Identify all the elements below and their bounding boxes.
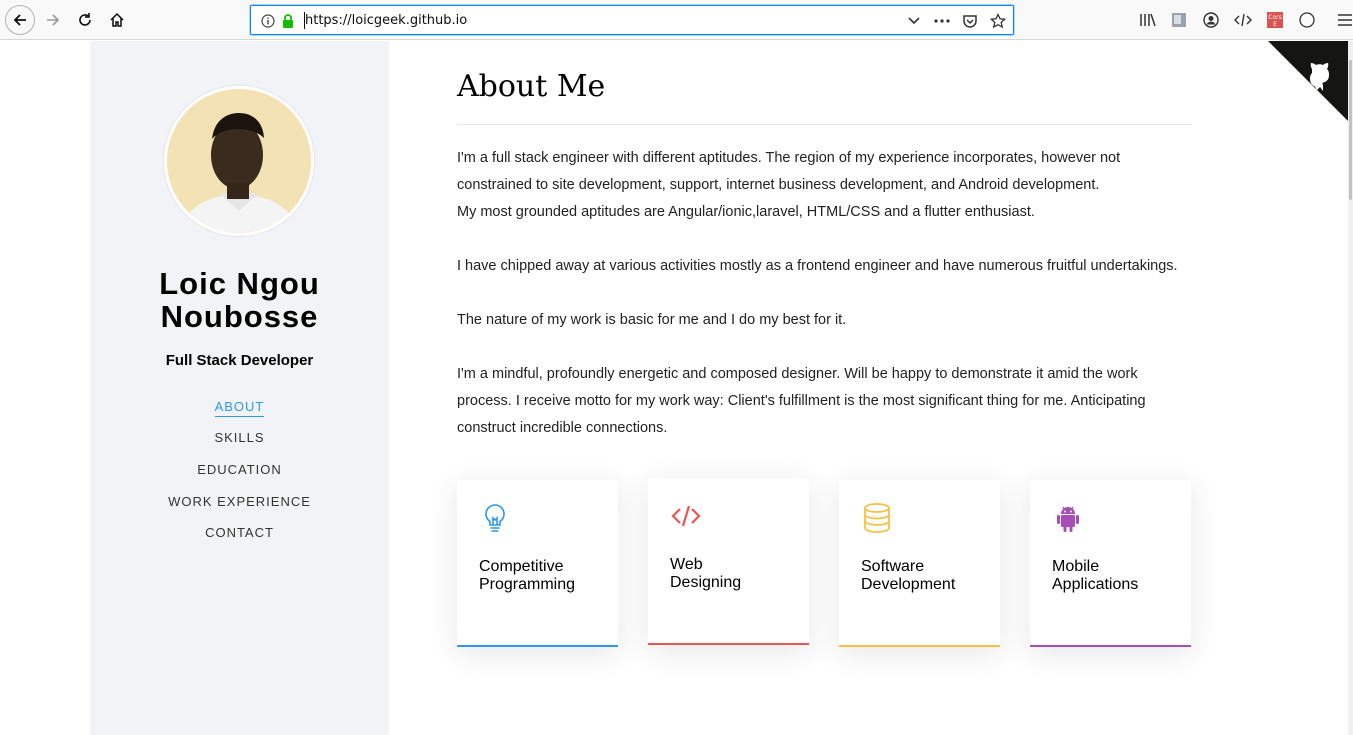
profile-sidebar: Loic Ngou Noubosse Full Stack Developer …	[90, 41, 389, 735]
card-title: Web Designing	[670, 556, 741, 592]
scrollbar-thumb[interactable]	[1349, 60, 1352, 200]
about-paragraph: I'm a full stack engineer with different…	[457, 150, 1121, 193]
bookmark-star-icon[interactable]	[988, 11, 1008, 31]
card-accent-bar	[1030, 645, 1191, 647]
profile-name-line1: Loic Ngou	[159, 266, 320, 301]
card-title-line: Applications	[1052, 576, 1139, 593]
code-icon	[670, 500, 702, 532]
back-arrow-icon	[13, 14, 26, 26]
card-title-line: Programming	[479, 576, 576, 593]
section-title: About Me	[457, 69, 606, 104]
github-octocat-icon	[1268, 41, 1348, 121]
android-icon	[1052, 502, 1084, 534]
service-card-competitive-programming[interactable]: Competitive Programming	[457, 480, 618, 647]
service-card-mobile-applications[interactable]: Mobile Applications	[1030, 480, 1191, 647]
profile-name: Loic Ngou Noubosse	[90, 267, 389, 333]
address-bar[interactable]: https://loicgeek.github.io	[250, 5, 1014, 35]
home-button[interactable]	[103, 6, 131, 34]
about-paragraph: My most grounded aptitudes are Angular/i…	[457, 204, 1035, 220]
lightbulb-icon	[479, 502, 511, 534]
home-icon	[110, 12, 124, 27]
card-title-line: Software	[861, 558, 925, 575]
svg-text:Cors: Cors	[1268, 14, 1281, 21]
card-title: Mobile Applications	[1052, 558, 1138, 594]
nav-label[interactable]: EDUCATION	[197, 462, 282, 479]
chevron-down-icon[interactable]	[904, 11, 924, 31]
info-icon[interactable]	[258, 11, 278, 31]
library-icon[interactable]	[1136, 8, 1160, 32]
pocket-icon[interactable]	[960, 11, 980, 31]
devtools-icon[interactable]	[1231, 8, 1255, 32]
card-accent-bar	[839, 645, 1000, 647]
about-paragraph: The nature of my work is basic for me an…	[457, 312, 847, 328]
nav-item-skills[interactable]: SKILLS	[90, 430, 389, 445]
forward-button[interactable]	[39, 6, 67, 34]
card-title-line: Web	[670, 556, 703, 573]
service-card-software-development[interactable]: Software Development	[839, 480, 1000, 647]
avatar	[164, 86, 314, 236]
service-card-web-designing[interactable]: Web Designing	[648, 478, 809, 645]
card-title-line: Designing	[670, 574, 742, 591]
browser-toolbar: https://loicgeek.github.io Cors E	[0, 0, 1353, 40]
database-icon	[861, 502, 893, 534]
title-divider	[457, 124, 1192, 125]
nav-label[interactable]: ABOUT	[214, 399, 265, 417]
reload-button[interactable]	[71, 6, 99, 34]
nav-label[interactable]: WORK EXPERIENCE	[168, 494, 311, 511]
card-title: Competitive Programming	[479, 558, 575, 594]
nav-label[interactable]: SKILLS	[214, 430, 264, 447]
profile-role: Full Stack Developer	[165, 352, 314, 369]
menu-icon[interactable]	[1333, 8, 1353, 32]
card-title-line: Development	[861, 576, 956, 593]
lock-icon[interactable]	[278, 11, 298, 31]
about-paragraph: I have chipped away at various activitie…	[457, 258, 1178, 274]
card-accent-bar	[648, 643, 809, 645]
nav-label[interactable]: CONTACT	[205, 525, 274, 542]
nav-item-contact[interactable]: CONTACT	[90, 525, 389, 540]
page-actions-icon[interactable]	[932, 11, 952, 31]
nav-item-work-experience[interactable]: WORK EXPERIENCE	[90, 494, 389, 509]
card-title-line: Competitive	[479, 558, 564, 575]
nav-item-about[interactable]: ABOUT	[90, 399, 389, 417]
svg-text:E: E	[1273, 21, 1277, 28]
profile-photo-icon	[167, 89, 311, 233]
back-button[interactable]	[5, 5, 35, 35]
url-text[interactable]: https://loicgeek.github.io	[305, 13, 467, 28]
card-title-line: Mobile	[1052, 558, 1100, 575]
github-corner-link[interactable]	[1268, 41, 1348, 121]
nav-item-education[interactable]: EDUCATION	[90, 462, 389, 477]
cors-extension-icon[interactable]: Cors E	[1263, 8, 1287, 32]
profile-name-line2: Noubosse	[160, 299, 319, 334]
account-icon[interactable]	[1199, 8, 1223, 32]
dark-mode-icon[interactable]	[1295, 8, 1319, 32]
forward-arrow-icon	[47, 14, 60, 26]
card-title: Software Development	[861, 558, 955, 594]
card-accent-bar	[457, 645, 618, 647]
about-paragraph: I'm a mindful, profoundly energetic and …	[457, 366, 1146, 436]
sidebar-extension-icon[interactable]	[1167, 8, 1191, 32]
reload-icon	[79, 13, 91, 26]
